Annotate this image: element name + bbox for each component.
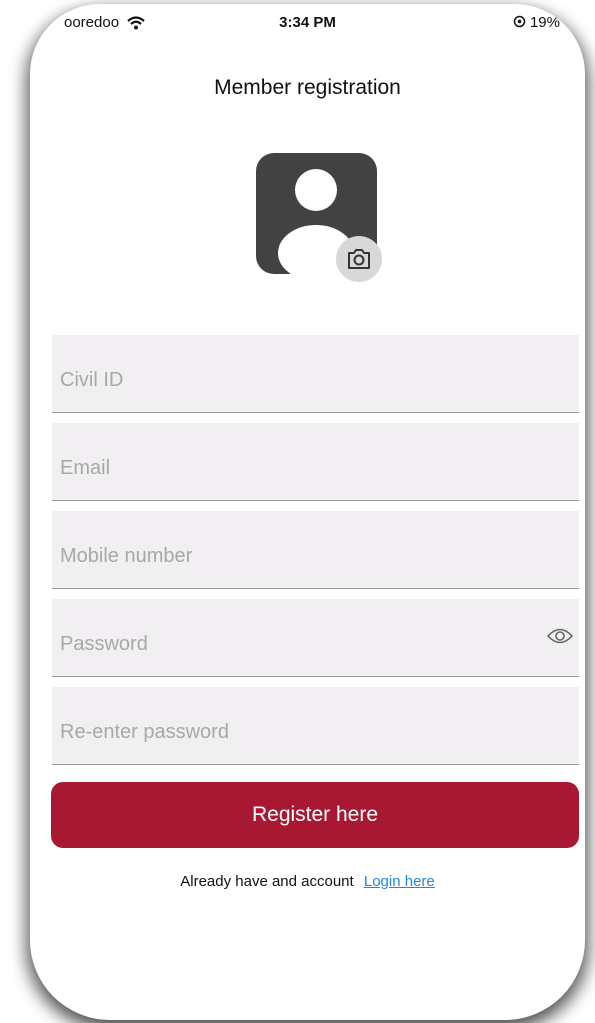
- page-title: Member registration: [214, 76, 401, 99]
- mobile-input[interactable]: [60, 511, 530, 588]
- email-input[interactable]: [60, 423, 530, 500]
- status-bar: ooredoo 3:34 PM 19%: [30, 14, 585, 36]
- reenter-password-field[interactable]: [52, 687, 579, 765]
- password-field[interactable]: [52, 599, 579, 677]
- civil-id-field[interactable]: [52, 335, 579, 413]
- show-password-eye-icon[interactable]: [547, 627, 573, 645]
- login-link[interactable]: Login here: [364, 873, 435, 890]
- camera-icon: [348, 249, 370, 269]
- phone-screen: ooredoo 3:34 PM 19% Member registration: [30, 4, 585, 1020]
- reenter-password-input[interactable]: [60, 687, 530, 764]
- status-time: 3:34 PM: [279, 14, 336, 31]
- login-prompt-row: Already have and account Login here: [30, 873, 585, 890]
- change-photo-button[interactable]: [336, 236, 382, 282]
- register-button[interactable]: Register here: [51, 782, 579, 848]
- password-input[interactable]: [60, 599, 530, 676]
- email-field[interactable]: [52, 423, 579, 501]
- mobile-field[interactable]: [52, 511, 579, 589]
- civil-id-input[interactable]: [60, 335, 530, 412]
- orientation-lock-icon: [513, 15, 526, 28]
- login-prompt-text: Already have and account: [180, 873, 354, 890]
- battery-percent: 19%: [529, 14, 560, 31]
- battery-indicator: 19%: [513, 14, 560, 31]
